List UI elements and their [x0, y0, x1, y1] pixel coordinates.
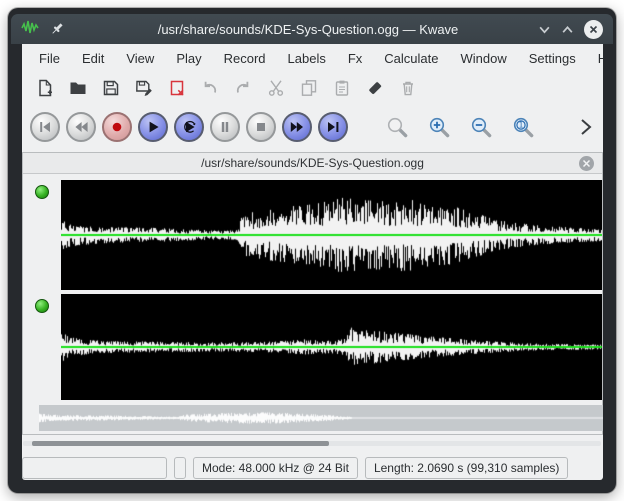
document-title: /usr/share/sounds/KDE-Sys-Question.ogg — [201, 156, 424, 170]
menu-item-play[interactable]: Play — [165, 47, 212, 70]
forward-icon — [289, 119, 305, 135]
menu-item-labels[interactable]: Labels — [277, 47, 337, 70]
svg-text:1: 1 — [519, 121, 524, 130]
play-icon — [145, 119, 161, 135]
channel-1-led[interactable] — [35, 185, 49, 199]
menu-item-help[interactable]: Help — [587, 47, 603, 70]
zoom-buttons: 1 — [386, 116, 534, 138]
paste-button — [333, 79, 351, 97]
playback-toolbar: 1 — [22, 104, 603, 150]
status-length: Length: 2.0690 s (99,310 samples) — [365, 457, 568, 479]
rewind-button — [66, 112, 96, 142]
file-toolbar — [22, 72, 603, 104]
stop-button — [246, 112, 276, 142]
eraser-button[interactable] — [366, 79, 384, 97]
channel-2-led[interactable] — [35, 299, 49, 313]
copy-icon — [300, 79, 318, 97]
skip-forward-icon — [325, 119, 341, 135]
zoom-selection-icon — [386, 116, 408, 138]
zoom-out-icon — [470, 116, 492, 138]
status-field-small — [174, 457, 186, 479]
document-window: /usr/share/sounds/KDE-Sys-Question.ogg — [22, 152, 603, 435]
save-as-button[interactable] — [135, 79, 153, 97]
pause-icon — [217, 119, 233, 135]
window-titlebar[interactable]: /usr/share/sounds/KDE-Sys-Question.ogg —… — [11, 14, 613, 44]
loop-icon — [181, 119, 197, 135]
menu-item-edit[interactable]: Edit — [71, 47, 115, 70]
zoom-normal-icon: 1 — [512, 116, 534, 138]
zoom-in-icon — [428, 116, 450, 138]
close-file-button[interactable] — [168, 79, 186, 97]
menu-item-calculate[interactable]: Calculate — [373, 47, 449, 70]
toolbar-extension-button[interactable] — [579, 117, 593, 137]
forward-button[interactable] — [282, 112, 312, 142]
zoom-normal-button[interactable]: 1 — [512, 116, 534, 138]
waveform-channel-2[interactable] — [61, 294, 602, 400]
signal-view — [23, 174, 602, 431]
status-field — [22, 457, 167, 479]
redo-button — [234, 79, 252, 97]
kwave-logo-icon — [21, 19, 41, 40]
play-button[interactable] — [138, 112, 168, 142]
open-file-icon — [69, 79, 87, 97]
save-icon — [102, 79, 120, 97]
minimize-button[interactable] — [538, 23, 551, 36]
skip-backward-icon — [37, 119, 53, 135]
horizontal-scrollbar[interactable] — [23, 441, 601, 446]
menu-item-view[interactable]: View — [115, 47, 165, 70]
menu-item-record[interactable]: Record — [213, 47, 277, 70]
cut-icon — [267, 79, 285, 97]
close-file-icon — [168, 79, 186, 97]
stop-icon — [253, 119, 269, 135]
zoom-in-button[interactable] — [428, 116, 450, 138]
kwave-window: /usr/share/sounds/KDE-Sys-Question.ogg —… — [8, 8, 616, 493]
transport-buttons — [30, 112, 348, 142]
zoom-out-button[interactable] — [470, 116, 492, 138]
menu-item-file[interactable]: File — [28, 47, 71, 70]
skip-backward-button — [30, 112, 60, 142]
main-content: FileEditViewPlayRecordLabelsFxCalculateW… — [22, 44, 603, 480]
save-as-icon — [135, 79, 153, 97]
status-bar: Mode: 48.000 kHz @ 24 Bit Length: 2.0690… — [22, 457, 601, 479]
undo-icon — [201, 79, 219, 97]
maximize-button[interactable] — [561, 23, 574, 36]
menu-item-settings[interactable]: Settings — [518, 47, 587, 70]
new-file-icon — [36, 79, 54, 97]
redo-icon — [234, 79, 252, 97]
menu-item-window[interactable]: Window — [450, 47, 518, 70]
rewind-icon — [73, 119, 89, 135]
open-file-button[interactable] — [69, 79, 87, 97]
status-mode: Mode: 48.000 kHz @ 24 Bit — [193, 457, 358, 479]
cut-button — [267, 79, 285, 97]
scrollbar-handle[interactable] — [32, 441, 329, 446]
close-button[interactable] — [584, 20, 603, 39]
overview-strip[interactable] — [39, 405, 603, 431]
undo-button — [201, 79, 219, 97]
copy-button — [300, 79, 318, 97]
paste-icon — [333, 79, 351, 97]
new-file-button[interactable] — [36, 79, 54, 97]
menu-bar: FileEditViewPlayRecordLabelsFxCalculateW… — [22, 44, 603, 72]
record-icon — [109, 119, 125, 135]
save-button[interactable] — [102, 79, 120, 97]
pin-icon[interactable] — [49, 21, 65, 37]
record-button[interactable] — [102, 112, 132, 142]
document-close-button[interactable] — [579, 156, 594, 171]
waveform-channel-1[interactable] — [61, 180, 602, 290]
delete-button — [399, 79, 417, 97]
menu-item-fx[interactable]: Fx — [337, 47, 373, 70]
window-title: /usr/share/sounds/KDE-Sys-Question.ogg —… — [91, 22, 525, 37]
skip-forward-button[interactable] — [318, 112, 348, 142]
loop-button[interactable] — [174, 112, 204, 142]
zoom-selection-button — [386, 116, 408, 138]
pause-button — [210, 112, 240, 142]
eraser-icon — [366, 79, 384, 97]
delete-icon — [399, 79, 417, 97]
document-titlebar[interactable]: /usr/share/sounds/KDE-Sys-Question.ogg — [23, 153, 602, 174]
